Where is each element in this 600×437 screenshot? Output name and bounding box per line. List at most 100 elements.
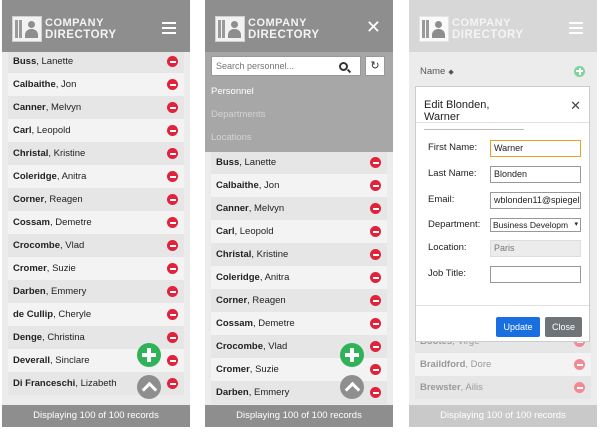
list-item[interactable]: Buss, Lanette [211, 151, 387, 174]
app-logo: COMPANY DIRECTORY [419, 16, 524, 42]
logo-text-line2: DIRECTORY [45, 29, 117, 41]
delete-icon[interactable] [167, 217, 178, 228]
logo-text-line1: COMPANY [452, 17, 511, 29]
delete-icon[interactable] [370, 318, 381, 329]
delete-icon[interactable] [167, 194, 178, 205]
job-title-field[interactable] [490, 266, 581, 283]
delete-icon[interactable] [167, 355, 178, 366]
department-value: Business Developm [493, 220, 569, 230]
list-item[interactable]: Brewster, Ailis [415, 376, 591, 399]
search-icon[interactable] [339, 61, 348, 71]
list-item[interactable]: Calbaithe, Jon [211, 174, 387, 197]
add-icon[interactable] [574, 65, 585, 77]
delete-icon[interactable] [370, 272, 381, 283]
delete-icon[interactable] [167, 240, 178, 251]
add-person-button[interactable] [340, 343, 364, 367]
department-select[interactable]: Business Developm ▾ [490, 218, 581, 232]
scroll-to-top-button[interactable] [137, 375, 161, 399]
last-name: Corner [13, 194, 45, 205]
name-sort-label[interactable]: Name [420, 66, 445, 77]
close-button[interactable]: Close [545, 317, 582, 337]
delete-icon[interactable] [167, 286, 178, 297]
last-name: Christal [216, 249, 252, 260]
last-name: Cromer [216, 364, 250, 375]
delete-icon[interactable] [167, 309, 178, 320]
logo-text-line2: DIRECTORY [452, 29, 524, 41]
list-item[interactable]: de Cullip, Cheryle [8, 303, 184, 326]
first-name-field[interactable]: Warner [490, 140, 581, 157]
list-item[interactable]: Darben, Emmery [8, 280, 184, 303]
list-item[interactable]: Crocombe, Vlad [8, 234, 184, 257]
list-item[interactable]: Carl, Leopold [211, 220, 387, 243]
list-item[interactable]: Canner, Melvyn [8, 96, 184, 119]
last-name: de Cullip [13, 309, 54, 320]
list-item[interactable]: Christal, Kristine [8, 142, 184, 165]
delete-icon[interactable] [370, 249, 381, 260]
delete-icon[interactable] [370, 295, 381, 306]
list-item[interactable]: Calbaithe, Jon [8, 73, 184, 96]
last-name: Canner [13, 102, 46, 113]
list-item[interactable]: Corner, Reagen [211, 289, 387, 312]
modal-close-icon[interactable]: ✕ [570, 98, 581, 114]
menu-item-personnel[interactable]: Personnel [211, 86, 254, 97]
delete-icon[interactable] [167, 171, 178, 182]
hamburger-menu-icon[interactable] [162, 22, 176, 34]
last-name: Darben [216, 387, 249, 398]
app-logo: COMPANY DIRECTORY [12, 16, 117, 42]
delete-icon[interactable] [167, 56, 178, 67]
close-menu-icon[interactable]: ✕ [366, 17, 381, 38]
update-button[interactable]: Update [496, 317, 540, 337]
delete-icon[interactable] [370, 226, 381, 237]
delete-icon[interactable] [574, 382, 585, 393]
delete-icon[interactable] [167, 125, 178, 136]
search-input[interactable] [212, 61, 337, 71]
list-item[interactable]: Carl, Leopold [8, 119, 184, 142]
list-item[interactable]: Cossam, Demetre [211, 312, 387, 335]
refresh-button[interactable]: ↻ [365, 56, 385, 76]
first-name: , Anitra [56, 171, 87, 182]
last-name: Crocombe [216, 341, 263, 352]
list-item[interactable]: Cromer, Suzie [8, 257, 184, 280]
delete-icon[interactable] [370, 157, 381, 168]
list-item[interactable]: Coleridge, Anitra [8, 165, 184, 188]
chevron-down-icon: ▾ [572, 219, 578, 231]
records-footer: Displaying 100 of 100 records [2, 405, 190, 427]
last-name: Buss [216, 157, 240, 168]
last-name: Buss [13, 56, 37, 67]
list-item[interactable]: Christal, Kristine [211, 243, 387, 266]
add-person-button[interactable] [137, 343, 161, 367]
divider [416, 122, 589, 123]
first-name: , Leopold [31, 125, 71, 136]
delete-icon[interactable] [370, 203, 381, 214]
delete-icon[interactable] [370, 364, 381, 375]
last-name-field[interactable]: Blonden [490, 166, 581, 183]
delete-icon[interactable] [167, 263, 178, 274]
list-item[interactable]: Cossam, Demetre [8, 211, 184, 234]
delete-icon[interactable] [167, 378, 178, 389]
list-item[interactable]: Buss, Lanette [8, 50, 184, 73]
delete-icon[interactable] [167, 102, 178, 113]
first-name: , Suzie [249, 364, 279, 375]
delete-icon[interactable] [167, 148, 178, 159]
delete-icon[interactable] [167, 79, 178, 90]
list-item[interactable]: Canner, Melvyn [211, 197, 387, 220]
menu-item-locations[interactable]: Locations [211, 132, 252, 143]
list-item[interactable]: Braildford, Dore [415, 353, 591, 376]
scroll-to-top-button[interactable] [340, 375, 364, 399]
last-name: Corner [216, 295, 248, 306]
list-item[interactable]: Denge, Christina [8, 326, 184, 349]
list-item[interactable]: Coleridge, Anitra [211, 266, 387, 289]
list-item[interactable]: Corner, Reagen [8, 188, 184, 211]
delete-icon[interactable] [370, 180, 381, 191]
first-name: , Jon [55, 79, 77, 90]
email-field[interactable]: wblonden11@spiegel [490, 192, 581, 209]
menu-item-departments[interactable]: Departments [211, 109, 265, 120]
name-column-header: Name ◆ [415, 52, 591, 90]
delete-icon[interactable] [370, 341, 381, 352]
last-name: Braildford [420, 359, 466, 370]
delete-icon[interactable] [370, 387, 381, 398]
delete-icon[interactable] [167, 332, 178, 343]
hamburger-menu-icon[interactable] [569, 22, 583, 34]
sort-icon[interactable]: ◆ [448, 69, 453, 76]
delete-icon[interactable] [574, 359, 585, 370]
